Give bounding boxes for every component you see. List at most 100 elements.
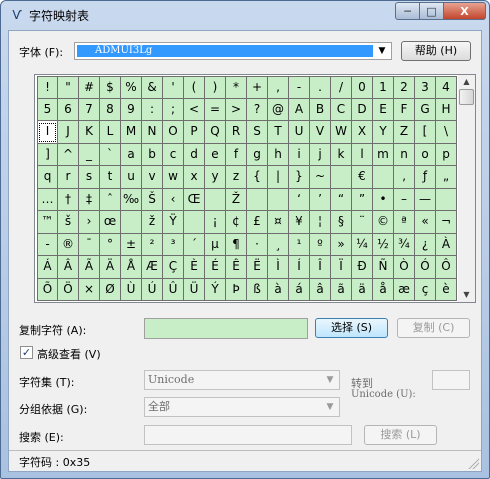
char-cell[interactable]: M: [121, 121, 142, 144]
char-cell[interactable]: &: [142, 76, 163, 99]
char-cell[interactable]: •: [373, 188, 394, 211]
char-cell[interactable]: Y: [373, 121, 394, 144]
char-cell[interactable]: Š: [142, 188, 163, 211]
char-cell[interactable]: 4: [436, 76, 457, 99]
char-cell[interactable]: Ë: [247, 256, 268, 279]
copy-chars-input[interactable]: [144, 318, 308, 339]
char-cell[interactable]: š: [58, 211, 79, 234]
char-cell[interactable]: ½: [373, 233, 394, 256]
char-cell[interactable]: ‡: [79, 188, 100, 211]
char-cell[interactable]: Æ: [142, 256, 163, 279]
char-cell[interactable]: a: [121, 143, 142, 166]
char-cell[interactable]: Ä: [100, 256, 121, 279]
char-cell[interactable]: Ã: [79, 256, 100, 279]
char-cell[interactable]: [373, 166, 394, 189]
char-cell[interactable]: Ö: [58, 278, 79, 301]
char-cell[interactable]: k: [331, 143, 352, 166]
char-cell[interactable]: Ð: [352, 256, 373, 279]
char-cell[interactable]: f: [226, 143, 247, 166]
char-cell[interactable]: ®: [58, 233, 79, 256]
groupby-dropdown[interactable]: 全部 ▼: [144, 397, 340, 417]
char-cell[interactable]: _: [79, 143, 100, 166]
title-bar[interactable]: Ѵ 字符映射表 ─ □ X: [1, 1, 489, 29]
char-cell[interactable]: -: [37, 233, 58, 256]
char-cell[interactable]: s: [79, 166, 100, 189]
char-cell[interactable]: ^: [58, 143, 79, 166]
char-cell[interactable]: >: [226, 98, 247, 121]
char-cell[interactable]: X: [352, 121, 373, 144]
char-cell[interactable]: ›: [79, 211, 100, 234]
char-cell[interactable]: E: [373, 98, 394, 121]
char-cell[interactable]: Á: [37, 256, 58, 279]
char-cell[interactable]: Ž: [226, 188, 247, 211]
char-cell[interactable]: $: [100, 76, 121, 99]
char-cell[interactable]: Ø: [100, 278, 121, 301]
char-cell[interactable]: Ü: [184, 278, 205, 301]
minimize-button[interactable]: ─: [395, 2, 420, 20]
char-cell[interactable]: g: [247, 143, 268, 166]
char-cell[interactable]: +: [247, 76, 268, 99]
char-cell[interactable]: Þ: [226, 278, 247, 301]
char-cell[interactable]: å: [373, 278, 394, 301]
char-cell[interactable]: #: [79, 76, 100, 99]
char-cell[interactable]: °: [100, 233, 121, 256]
char-cell[interactable]: O: [163, 121, 184, 144]
char-cell[interactable]: A: [289, 98, 310, 121]
char-cell[interactable]: ”: [352, 188, 373, 211]
char-cell[interactable]: N: [142, 121, 163, 144]
char-cell[interactable]: ‹: [163, 188, 184, 211]
char-cell[interactable]: ã: [331, 278, 352, 301]
char-cell[interactable]: i: [289, 143, 310, 166]
advanced-view-checkbox[interactable]: ✓: [20, 346, 33, 359]
char-cell[interactable]: ©: [373, 211, 394, 234]
char-cell[interactable]: n: [394, 143, 415, 166]
char-cell[interactable]: ×: [79, 278, 100, 301]
scroll-up-icon[interactable]: ▲: [458, 75, 475, 89]
char-cell[interactable]: ’: [310, 188, 331, 211]
goto-unicode-input[interactable]: [432, 370, 470, 390]
help-button[interactable]: 帮助 (H): [401, 41, 471, 61]
char-cell[interactable]: É: [205, 256, 226, 279]
char-cell[interactable]: ¸: [268, 233, 289, 256]
char-cell[interactable]: «: [415, 211, 436, 234]
char-cell[interactable]: ,: [268, 76, 289, 99]
char-cell[interactable]: ': [163, 76, 184, 99]
char-cell[interactable]: v: [142, 166, 163, 189]
char-cell[interactable]: Û: [163, 278, 184, 301]
char-cell[interactable]: Ï: [331, 256, 352, 279]
char-cell[interactable]: e: [205, 143, 226, 166]
char-cell[interactable]: “: [331, 188, 352, 211]
char-cell[interactable]: [121, 211, 142, 234]
char-cell[interactable]: }: [289, 166, 310, 189]
char-cell[interactable]: R: [226, 121, 247, 144]
char-cell[interactable]: £: [247, 211, 268, 234]
char-cell[interactable]: ª: [394, 211, 415, 234]
char-cell[interactable]: ¡: [205, 211, 226, 234]
char-cell[interactable]: ¥: [289, 211, 310, 234]
char-cell[interactable]: 1: [373, 76, 394, 99]
char-cell[interactable]: [331, 166, 352, 189]
char-cell[interactable]: b: [142, 143, 163, 166]
char-cell[interactable]: ä: [352, 278, 373, 301]
resize-grip-icon[interactable]: [467, 457, 479, 469]
char-cell[interactable]: ¶: [226, 233, 247, 256]
char-cell[interactable]: –: [394, 188, 415, 211]
vertical-scrollbar[interactable]: ▲ ▼: [458, 75, 475, 302]
char-cell[interactable]: :: [142, 98, 163, 121]
char-cell[interactable]: Z: [394, 121, 415, 144]
char-cell[interactable]: ¯: [79, 233, 100, 256]
char-cell[interactable]: V: [310, 121, 331, 144]
char-cell[interactable]: p: [436, 143, 457, 166]
char-cell[interactable]: Q: [205, 121, 226, 144]
char-cell[interactable]: È: [184, 256, 205, 279]
select-button[interactable]: 选择 (S): [315, 318, 388, 338]
char-cell[interactable]: T: [268, 121, 289, 144]
char-cell[interactable]: *: [226, 76, 247, 99]
char-cell[interactable]: <: [184, 98, 205, 121]
char-cell[interactable]: G: [415, 98, 436, 121]
char-cell[interactable]: C: [331, 98, 352, 121]
char-cell[interactable]: K: [79, 121, 100, 144]
char-cell[interactable]: [205, 188, 226, 211]
char-cell[interactable]: F: [394, 98, 415, 121]
char-cell[interactable]: L: [100, 121, 121, 144]
